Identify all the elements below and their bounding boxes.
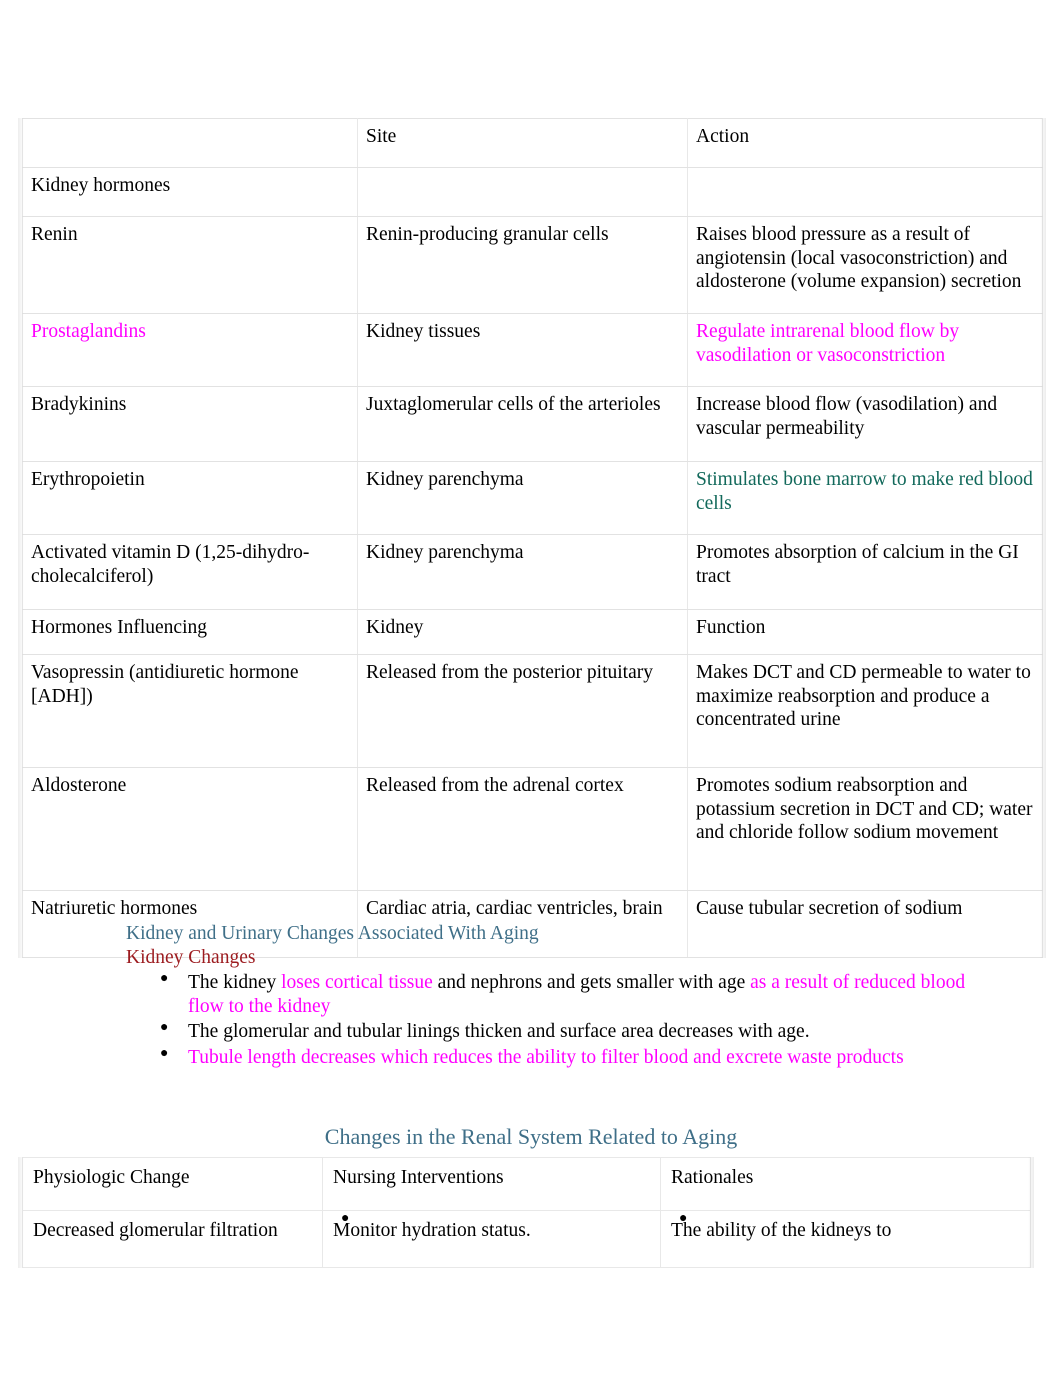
cell-site <box>357 167 688 217</box>
aging-section: Kidney and Urinary Changes Associated Wi… <box>126 922 986 1070</box>
renal-table: Physiologic Change Nursing Interventions… <box>22 1157 1031 1268</box>
cell-site: Renin-producing granular cells <box>357 216 688 314</box>
cell-action: Makes DCT and CD permeable to water to m… <box>687 654 1043 768</box>
cell-rationale: The ability of the kidneys to <box>660 1210 1031 1268</box>
table-row: Vasopressin (antidiuretic hormone [ADH])… <box>22 654 1043 768</box>
bullet-text-plain: The glomerular and tubular linings thick… <box>188 1021 810 1043</box>
cell-hormone-name: Hormones Influencing <box>22 609 358 655</box>
cell-site: Juxtaglomerular cells of the arterioles <box>357 386 688 462</box>
table-row: Erythropoietin Kidney parenchyma Stimula… <box>22 461 1043 535</box>
cell-site: Kidney parenchyma <box>357 534 688 610</box>
list-item: The kidney loses cortical tissue and nep… <box>126 970 986 1020</box>
bullet-text-highlight: Tubule length decreases which reduces th… <box>188 1046 904 1068</box>
list-item: Tubule length decreases which reduces th… <box>126 1045 986 1070</box>
renal-table-container: Physiologic Change Nursing Interventions… <box>18 1157 1034 1268</box>
table-row: Activated vitamin D (1,25-dihydro-cholec… <box>22 534 1043 610</box>
header-cell-blank <box>22 118 358 168</box>
cell-action: Promotes sodium reabsorption and potassi… <box>687 767 1043 891</box>
hormone-table: Site Action Kidney hormones Renin Renin-… <box>22 118 1043 958</box>
cell-hormone-name: Renin <box>22 216 358 314</box>
cell-hormone-name: Vasopressin (antidiuretic hormone [ADH]) <box>22 654 358 768</box>
cell-site: Released from the posterior pituitary <box>357 654 688 768</box>
table-row: Kidney hormones <box>22 167 1043 217</box>
header-cell-physiologic-change: Physiologic Change <box>22 1157 323 1211</box>
cell-hormone-name: Erythropoietin <box>22 461 358 535</box>
table-row: Bradykinins Juxtaglomerular cells of the… <box>22 386 1043 462</box>
bullet-text-highlight: loses cortical tissue <box>281 971 433 993</box>
kidney-changes-subheading: Kidney Changes <box>126 946 256 968</box>
renal-table-title: Changes in the Renal System Related to A… <box>324 1124 738 1149</box>
cell-site: Kidney <box>357 609 688 655</box>
header-cell-action: Action <box>687 118 1043 168</box>
header-cell-nursing-interventions: Nursing Interventions <box>322 1157 661 1211</box>
cell-hormone-name: Activated vitamin D (1,25-dihydro-cholec… <box>22 534 358 610</box>
table-row: Hormones Influencing Kidney Function <box>22 609 1043 655</box>
table-row: Aldosterone Released from the adrenal co… <box>22 767 1043 891</box>
aging-section-heading: Kidney and Urinary Changes Associated Wi… <box>126 923 539 944</box>
bullet-text-plain: and nephrons and gets smaller with age <box>432 971 751 993</box>
cell-hormone-name: Bradykinins <box>22 386 358 462</box>
list-item: The glomerular and tubular linings thick… <box>126 1019 986 1044</box>
cell-hormone-name: Aldosterone <box>22 767 358 891</box>
cell-action: Raises blood pressure as a result of ang… <box>687 216 1043 314</box>
cell-site: Released from the adrenal cortex <box>357 767 688 891</box>
cell-hormone-name: Prostaglandins <box>22 313 358 387</box>
table-header-row: Physiologic Change Nursing Interventions… <box>22 1157 1031 1211</box>
header-cell-site: Site <box>357 118 688 168</box>
cell-action: Increase blood flow (vasodilation) and v… <box>687 386 1043 462</box>
table-row: Prostaglandins Kidney tissues Regulate i… <box>22 313 1043 387</box>
cell-site: Kidney parenchyma <box>357 461 688 535</box>
cell-nursing-intervention: Monitor hydration status. <box>322 1210 661 1268</box>
cell-action <box>687 167 1043 217</box>
cell-site: Kidney tissues <box>357 313 688 387</box>
cell-action: Function <box>687 609 1043 655</box>
hormone-table-container: Site Action Kidney hormones Renin Renin-… <box>18 118 1046 958</box>
cell-hormone-name: Kidney hormones <box>22 167 358 217</box>
cell-physiologic-change: Decreased glomerular filtration <box>22 1210 323 1268</box>
table-row: Renin Renin-producing granular cells Rai… <box>22 216 1043 314</box>
bullet-text-plain: The kidney <box>188 971 282 993</box>
table-row: Decreased glomerular filtration Monitor … <box>22 1210 1031 1268</box>
cell-action: Regulate intrarenal blood flow by vasodi… <box>687 313 1043 387</box>
table-header-row: Site Action <box>22 118 1043 168</box>
cell-action: Promotes absorption of calcium in the GI… <box>687 534 1043 610</box>
header-cell-rationales: Rationales <box>660 1157 1031 1211</box>
kidney-changes-list: The kidney loses cortical tissue and nep… <box>126 970 986 1071</box>
cell-action: Stimulates bone marrow to make red blood… <box>687 461 1043 535</box>
document-page: Site Action Kidney hormones Renin Renin-… <box>0 0 1062 1376</box>
